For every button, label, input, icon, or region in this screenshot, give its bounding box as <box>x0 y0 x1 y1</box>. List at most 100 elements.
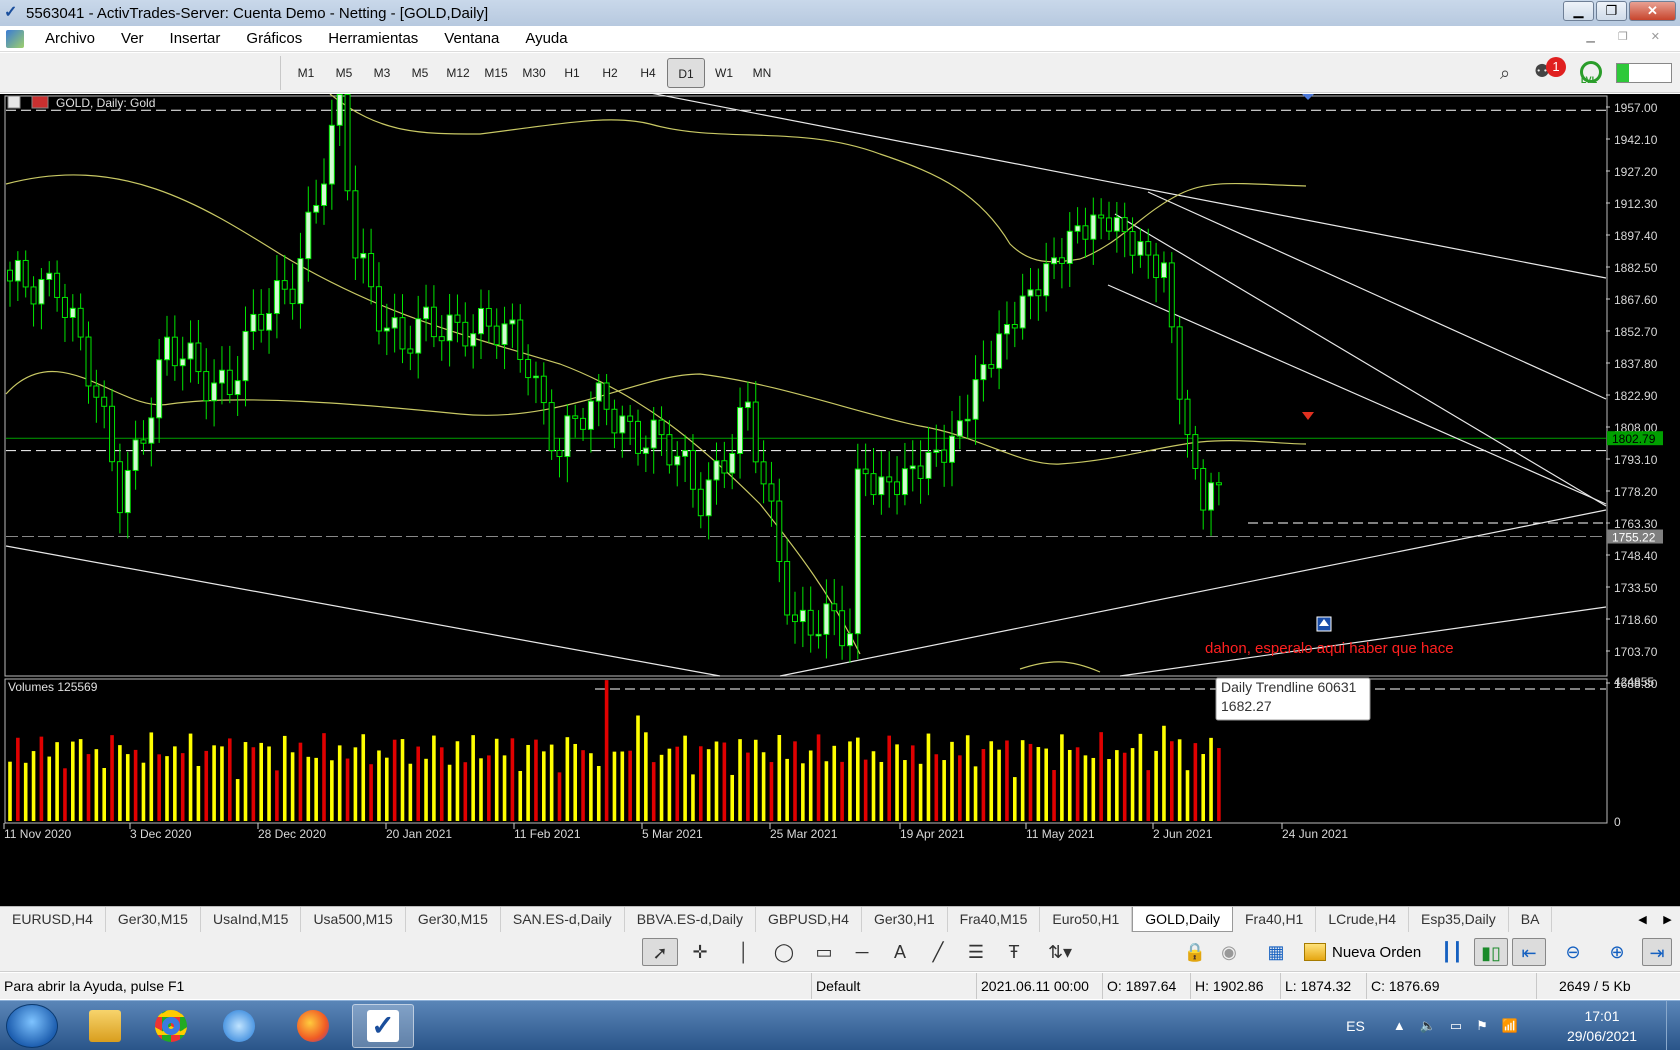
tray-icons[interactable]: ▲🔈▭⚑📶 <box>1393 1018 1532 1034</box>
gold-daily-chart[interactable]: 1957.00 1942.10 1927.20 1912.30 1897.40 1882.… <box>0 94 1680 906</box>
menu-archivo[interactable]: Archivo <box>32 30 108 47</box>
tab-ger30-m15-2[interactable]: Ger30,M15 <box>406 907 501 932</box>
tf-m12[interactable]: M12 <box>439 58 477 88</box>
crosshair-icon[interactable]: ✛ <box>682 938 718 966</box>
vertical-line-icon[interactable]: │ <box>726 938 762 966</box>
tf-h1[interactable]: H1 <box>553 58 591 88</box>
menu-ver[interactable]: Ver <box>108 30 157 47</box>
autoscroll-icon[interactable]: ⇥ <box>1642 938 1672 966</box>
tab-esp35-daily[interactable]: Esp35,Daily <box>1409 907 1509 932</box>
price-tick-label: 1852.70 <box>1614 325 1658 339</box>
restore-button[interactable]: ❐ <box>1596 1 1627 21</box>
zoom-out-icon[interactable]: ⊖ <box>1558 938 1588 966</box>
market-watch-icon[interactable]: ▦ <box>1260 938 1292 966</box>
lvl-icon[interactable]: LVL <box>1576 61 1602 85</box>
tf-d1[interactable]: D1 <box>667 58 705 88</box>
tf-h4[interactable]: H4 <box>629 58 667 88</box>
mdi-controls[interactable]: ▁ ❐ ✕ <box>1586 30 1670 43</box>
tab-euro50-h1[interactable]: Euro50,H1 <box>1040 907 1133 932</box>
new-order-button[interactable]: Nueva Orden <box>1304 938 1421 966</box>
minimize-button[interactable]: ▁ <box>1563 1 1594 21</box>
rectangle-icon[interactable]: ▭ <box>806 938 842 966</box>
tf-m30[interactable]: M30 <box>515 58 553 88</box>
candle-body <box>996 333 1003 369</box>
terminal-menu-icon[interactable] <box>6 29 24 48</box>
menu-ventana[interactable]: Ventana <box>431 30 512 47</box>
notifications-icon[interactable]: ⚉ 1 <box>1534 57 1566 85</box>
candle-chart-icon[interactable]: ▮▯ <box>1474 938 1508 966</box>
horizontal-line-icon[interactable]: ─ <box>844 938 880 966</box>
close-button[interactable]: ✕ <box>1629 1 1676 21</box>
tf-m15[interactable]: M15 <box>477 58 515 88</box>
tab-usa500-m15[interactable]: Usa500,M15 <box>301 907 406 932</box>
tf-h2[interactable]: H2 <box>591 58 629 88</box>
tab-bbva-daily[interactable]: BBVA.ES-d,Daily <box>625 907 757 932</box>
tab-eurusd-h4[interactable]: EURUSD,H4 <box>0 907 106 932</box>
zoom-in-icon[interactable]: ⊕ <box>1602 938 1632 966</box>
start-button-icon[interactable] <box>6 1004 58 1048</box>
chart-window[interactable]: 1957.00 1942.10 1927.20 1912.30 1897.40 1882.… <box>0 94 1680 906</box>
candle-body <box>273 280 280 315</box>
menu-ayuda[interactable]: Ayuda <box>512 30 580 47</box>
metatrader-icon[interactable]: ✓ <box>352 1004 414 1048</box>
candle-body <box>776 500 783 563</box>
chrome-icon[interactable] <box>140 1004 202 1048</box>
candle-body <box>525 358 532 379</box>
tab-gbpusd-h4[interactable]: GBPUSD,H4 <box>756 907 862 932</box>
show-desktop-button[interactable] <box>1666 1001 1680 1050</box>
search-icon[interactable]: ⌕ <box>1500 63 1520 83</box>
tf-m3[interactable]: M3 <box>363 58 401 88</box>
menu-graficos[interactable]: Gráficos <box>233 30 315 47</box>
fibonacci-icon[interactable]: ☰ <box>958 938 994 966</box>
price-tick-label: 1733.50 <box>1614 581 1658 595</box>
text-icon[interactable]: A <box>882 938 918 966</box>
tab-san-daily[interactable]: SAN.ES-d,Daily <box>501 907 625 932</box>
tf-m1[interactable]: M1 <box>287 58 325 88</box>
tf-m2[interactable]: M5 <box>325 58 363 88</box>
language-indicator[interactable]: ES <box>1346 1018 1365 1034</box>
tab-usaind-m15[interactable]: UsaInd,M15 <box>201 907 302 932</box>
volume-bar <box>565 737 570 821</box>
tab-fra40-m15[interactable]: Fra40,M15 <box>948 907 1041 932</box>
volume-bar <box>487 755 491 821</box>
lock-icon[interactable]: 🔒 <box>1180 938 1210 966</box>
tab-ger30-m15[interactable]: Ger30,M15 <box>106 907 201 932</box>
candle-body <box>30 286 37 305</box>
trendline-icon[interactable]: ╱ <box>920 938 956 966</box>
signal-icon[interactable]: ◉ <box>1214 938 1244 966</box>
tf-m5[interactable]: M5 <box>401 58 439 88</box>
tf-mn[interactable]: MN <box>743 58 781 88</box>
chevron-left-icon[interactable]: ◀ <box>1638 913 1646 926</box>
bar-chart-icon[interactable]: ┃┃ <box>1436 938 1468 966</box>
chart-shift-icon[interactable]: ⇤ <box>1512 938 1546 966</box>
volume-bar <box>432 735 436 821</box>
tab-gold-daily[interactable]: GOLD,Daily <box>1132 907 1233 932</box>
tab-lcrude-h4[interactable]: LCrude,H4 <box>1316 907 1410 932</box>
candle-body <box>1098 214 1105 219</box>
ellipse-icon[interactable]: ◯ <box>766 938 802 966</box>
chevron-right-icon[interactable]: ▶ <box>1663 913 1671 926</box>
tab-ba[interactable]: BA <box>1509 907 1553 932</box>
volume-bar <box>1217 748 1221 821</box>
internet-explorer-icon[interactable] <box>208 1004 270 1048</box>
explorer-icon[interactable] <box>74 1004 136 1048</box>
volume-bar <box>314 757 318 821</box>
symbol-flag-icon <box>31 95 49 109</box>
candle-body <box>1145 241 1152 256</box>
arrows-dropdown-icon[interactable]: ⇅▾ <box>1036 938 1084 966</box>
tab-fra40-h1[interactable]: Fra40,H1 <box>1233 907 1317 932</box>
volume-bar <box>330 760 334 821</box>
candle-body <box>258 313 265 331</box>
tf-w1[interactable]: W1 <box>705 58 743 88</box>
firefox-icon[interactable] <box>282 1004 344 1048</box>
tab-ger30-h1[interactable]: Ger30,H1 <box>862 907 948 932</box>
menu-insertar[interactable]: Insertar <box>157 30 234 47</box>
status-traffic[interactable]: 2649 / 5 Kb <box>1536 973 1680 999</box>
menu-herramientas[interactable]: Herramientas <box>315 30 431 47</box>
clock[interactable]: 17:01 29/06/2021 <box>1542 1006 1662 1046</box>
text-label-icon[interactable]: Ŧ <box>996 938 1032 966</box>
cursor-icon[interactable]: ➚ <box>642 938 678 966</box>
candle-body <box>713 460 720 481</box>
status-profile[interactable]: Default <box>811 973 975 999</box>
candle-body <box>415 318 422 354</box>
